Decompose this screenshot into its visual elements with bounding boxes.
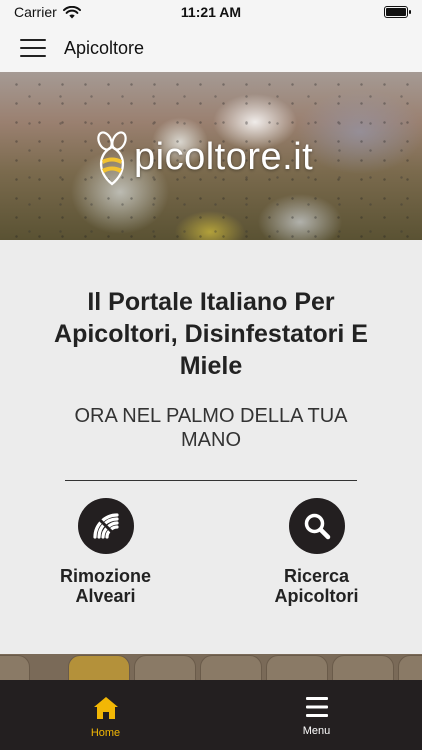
main-content: Il Portale Italiano Per Apicoltori, Disi…: [0, 240, 422, 654]
home-icon: [93, 697, 118, 719]
bottom-nav: Home Menu: [0, 680, 422, 750]
app-screen: Carrier 11:21 AM Apicoltore picoltore.it…: [0, 0, 422, 750]
honeycomb-strip: [0, 654, 422, 680]
hive-removal-button[interactable]: Rimozione Alveari: [0, 498, 211, 606]
bee-icon: [97, 131, 127, 186]
hero-logo: picoltore.it: [92, 127, 313, 187]
nav-menu-label: Menu: [302, 725, 331, 737]
hive-removal-label: Rimozione Alveari: [59, 566, 151, 606]
search-beekeepers-button[interactable]: Ricerca Apicoltori: [211, 498, 422, 606]
app-header: Apicoltore: [0, 24, 422, 72]
nav-home[interactable]: Home: [0, 680, 211, 750]
hero-logo-text: picoltore.it: [134, 135, 314, 178]
menu-icon: [305, 697, 328, 717]
status-bar: Carrier 11:21 AM: [0, 0, 422, 24]
status-left: Carrier: [14, 4, 81, 20]
subheadline: ORA NEL PALMO DELLA TUA MANO: [74, 405, 348, 451]
nav-menu[interactable]: Menu: [211, 680, 422, 750]
carrier-label: Carrier: [14, 4, 57, 20]
hive-removal-icon: [77, 498, 134, 554]
headline: Il Portale Italiano Per Apicoltori, Disi…: [54, 288, 368, 380]
battery-fill: [386, 8, 406, 16]
hamburger-icon[interactable]: [20, 39, 46, 57]
nav-home-label: Home: [90, 727, 121, 739]
hero-banner: picoltore.it: [0, 72, 422, 240]
search-icon: [288, 498, 345, 554]
search-beekeepers-label: Ricerca Apicoltori: [274, 566, 359, 606]
action-buttons: Rimozione Alveari Ricerca Apicoltori: [0, 498, 422, 606]
divider: [65, 480, 357, 481]
page-title: Apicoltore: [64, 37, 145, 58]
wifi-icon: [62, 5, 81, 18]
battery-icon: [384, 6, 411, 18]
